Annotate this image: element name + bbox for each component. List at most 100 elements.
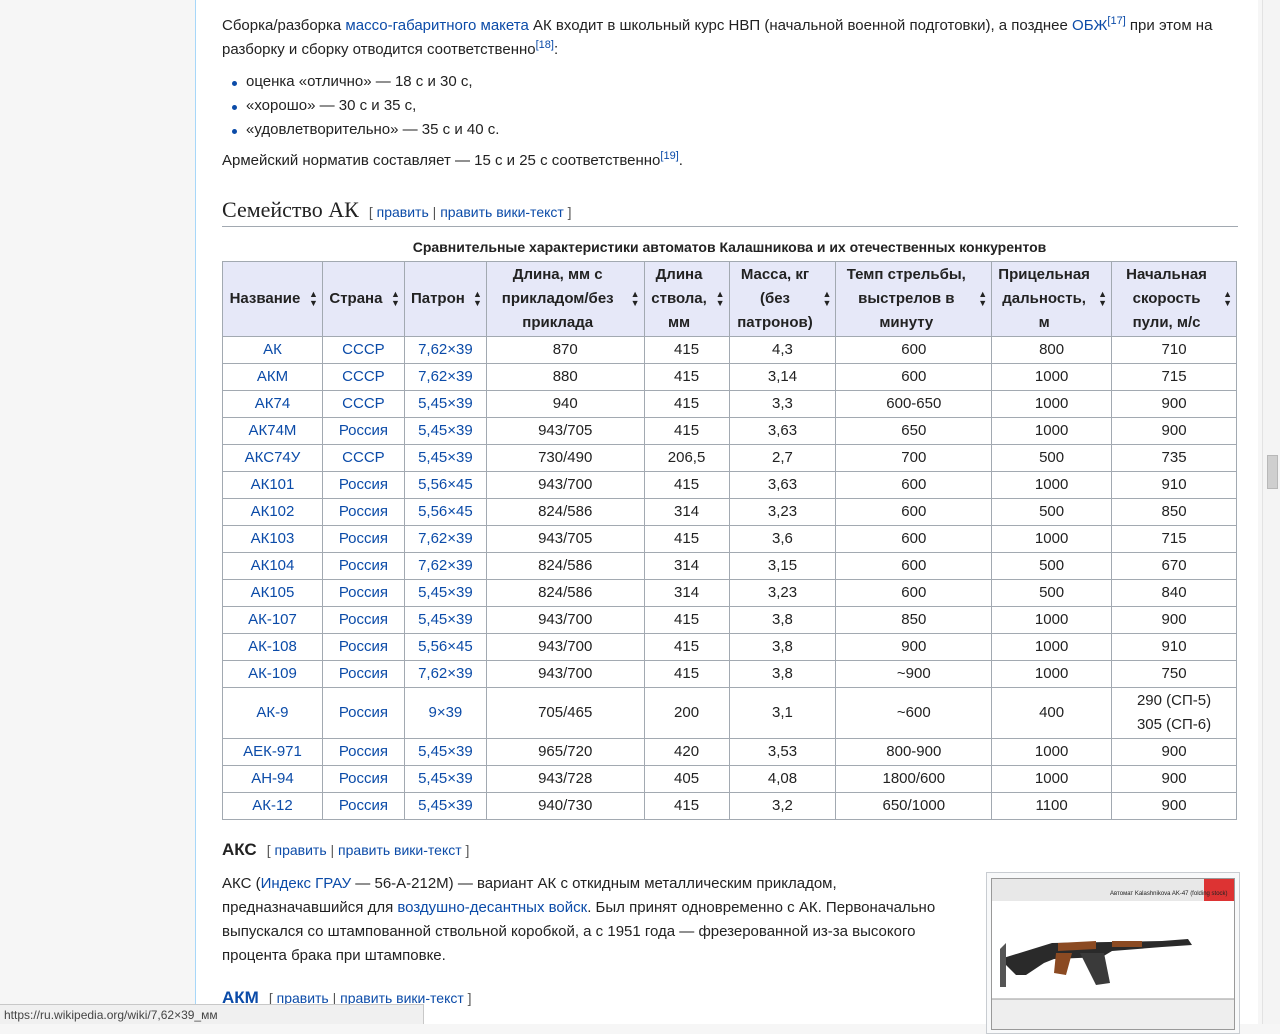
country-link[interactable]: Россия (339, 797, 388, 814)
sort-icon[interactable]: ▲ ▼ (716, 290, 725, 308)
cartridge-link[interactable]: 7,62×39 (418, 341, 473, 358)
country-link[interactable]: Россия (339, 584, 388, 601)
country-link[interactable]: Россия (339, 503, 388, 520)
weapon-link[interactable]: АК-109 (248, 665, 297, 682)
weapon-link[interactable]: АК-9 (256, 704, 288, 721)
weapon-link[interactable]: АК101 (251, 476, 295, 493)
col-header-country[interactable]: Страна ▲ ▼ (321, 261, 405, 337)
link-grau-index[interactable]: Индекс ГРАУ (261, 875, 352, 892)
table-cell: Россия (321, 525, 405, 553)
country-link[interactable]: СССР (342, 341, 385, 358)
country-link[interactable]: Россия (339, 638, 388, 655)
table-cell: 7,62×39 (403, 552, 487, 580)
cartridge-link[interactable]: 5,45×39 (418, 797, 473, 814)
sort-icon[interactable]: ▲ ▼ (1223, 290, 1232, 308)
col-header-velocity[interactable]: Начальная скорость пули, м/с ▲ ▼ (1111, 261, 1237, 337)
country-link[interactable]: Россия (339, 704, 388, 721)
weapon-link[interactable]: АК103 (251, 530, 295, 547)
col-header-mass[interactable]: Масса, кг (без патронов) ▲ ▼ (728, 261, 837, 337)
cartridge-link[interactable]: 5,45×39 (418, 611, 473, 628)
ref-18[interactable]: [18] (536, 39, 554, 51)
col-header-rate[interactable]: Темп стрельбы, выстрелов в минуту ▲ ▼ (835, 261, 993, 337)
link-airborne[interactable]: воздушно-десантных войск (397, 899, 587, 916)
sort-icon[interactable]: ▲ ▼ (631, 290, 640, 308)
cartridge-link[interactable]: 5,45×39 (418, 770, 473, 787)
weapon-link[interactable]: АК74М (249, 422, 297, 439)
weapon-link[interactable]: АК102 (251, 503, 295, 520)
country-link[interactable]: Россия (339, 743, 388, 760)
cell-value: 965/720 (538, 743, 593, 760)
sort-icon[interactable]: ▲ ▼ (309, 290, 318, 308)
cartridge-link[interactable]: 7,62×39 (418, 557, 473, 574)
edit-link[interactable]: править (377, 204, 429, 220)
cell-value: 840 (1161, 584, 1187, 601)
table-cell: 800 (991, 336, 1113, 364)
weapon-link[interactable]: АК105 (251, 584, 295, 601)
vertical-scrollbar[interactable] (1262, 0, 1280, 1024)
country-link[interactable]: Россия (339, 530, 388, 547)
country-link[interactable]: СССР (342, 449, 385, 466)
col-header-cartridge[interactable]: Патрон ▲ ▼ (403, 261, 487, 337)
sort-icon[interactable]: ▲ ▼ (391, 290, 400, 308)
sort-icon[interactable]: ▲ ▼ (1098, 290, 1107, 308)
weapon-link[interactable]: АК (263, 341, 282, 358)
scrollbar-thumb[interactable] (1267, 455, 1278, 489)
table-cell: 5,45×39 (403, 738, 487, 766)
cartridge-link[interactable]: 5,56×45 (418, 503, 473, 520)
sort-icon[interactable]: ▲ ▼ (473, 290, 482, 308)
edit-wikitext-link[interactable]: править вики-текст (338, 842, 462, 858)
country-link[interactable]: Россия (339, 611, 388, 628)
aks-paragraph: АКС (Индекс ГРАУ — 56-А-212М) — вариант … (222, 872, 967, 968)
weapon-link[interactable]: АКМ (257, 368, 288, 385)
edit-link[interactable]: править (275, 842, 327, 858)
weapon-link[interactable]: АК-108 (248, 638, 297, 655)
country-link[interactable]: Россия (339, 770, 388, 787)
country-link[interactable]: СССР (342, 395, 385, 412)
country-link[interactable]: Россия (339, 665, 388, 682)
weapon-link[interactable]: АЕК-971 (243, 743, 302, 760)
country-link[interactable]: Россия (339, 476, 388, 493)
col-header-barrel[interactable]: Длина ствола, мм ▲ ▼ (643, 261, 730, 337)
cartridge-link[interactable]: 7,62×39 (418, 665, 473, 682)
col-header-name[interactable]: Название ▲ ▼ (222, 261, 323, 337)
intro-paragraph: Сборка/разборка массо-габаритного макета… (222, 14, 1222, 62)
cartridge-link[interactable]: 5,56×45 (418, 638, 473, 655)
weapon-link[interactable]: АК104 (251, 557, 295, 574)
grade-item: «удовлетворительно» — 35 с и 40 с. (232, 118, 1226, 142)
link-obzh[interactable]: ОБЖ (1072, 17, 1107, 34)
cell-value: 415 (674, 611, 700, 628)
aks-image[interactable]: Автомат Kalashnikova AK-47 (folding stoc… (991, 878, 1235, 1030)
cell-value: 650/1000 (882, 797, 946, 814)
cell-value: 900 (1161, 743, 1187, 760)
ref-19[interactable]: [19] (660, 150, 678, 162)
cartridge-link[interactable]: 5,56×45 (418, 476, 473, 493)
cartridge-link[interactable]: 7,62×39 (418, 368, 473, 385)
col-header-range[interactable]: Прицельная дальность, м ▲ ▼ (991, 261, 1113, 337)
sort-icon[interactable]: ▲ ▼ (823, 290, 832, 308)
weapon-link[interactable]: АК74 (255, 395, 290, 412)
cartridge-link[interactable]: 5,45×39 (418, 743, 473, 760)
weapon-link[interactable]: АК-12 (252, 797, 292, 814)
link-mass-model[interactable]: массо-габаритного макета (345, 17, 528, 34)
country-link[interactable]: Россия (339, 557, 388, 574)
cartridge-link[interactable]: 5,45×39 (418, 395, 473, 412)
cartridge-link[interactable]: 5,45×39 (418, 449, 473, 466)
col-header-length[interactable]: Длина, мм с прикладом/без приклада ▲ ▼ (485, 261, 645, 337)
cartridge-link[interactable]: 5,45×39 (418, 422, 473, 439)
aks-thumbnail[interactable]: Автомат Kalashnikova AK-47 (folding stoc… (986, 872, 1240, 1034)
weapon-link[interactable]: АКС74У (245, 449, 301, 466)
bracket-open: [ (266, 842, 275, 858)
cell-value: 3,2 (772, 797, 793, 814)
cell-value: 600 (901, 530, 927, 547)
cartridge-link[interactable]: 9×39 (428, 704, 462, 721)
cartridge-link[interactable]: 7,62×39 (418, 530, 473, 547)
weapon-link[interactable]: АК-107 (248, 611, 297, 628)
ref-17[interactable]: [17] (1107, 15, 1125, 27)
comparison-table: Название ▲ ▼ Страна ▲ ▼ Патрон ▲ ▼ Длина, мм с… (222, 261, 1237, 820)
weapon-link[interactable]: АН-94 (251, 770, 294, 787)
country-link[interactable]: СССР (342, 368, 385, 385)
cartridge-link[interactable]: 5,45×39 (418, 584, 473, 601)
edit-wikitext-link[interactable]: править вики-текст (440, 204, 564, 220)
sort-icon[interactable]: ▲ ▼ (978, 290, 987, 308)
country-link[interactable]: Россия (339, 422, 388, 439)
